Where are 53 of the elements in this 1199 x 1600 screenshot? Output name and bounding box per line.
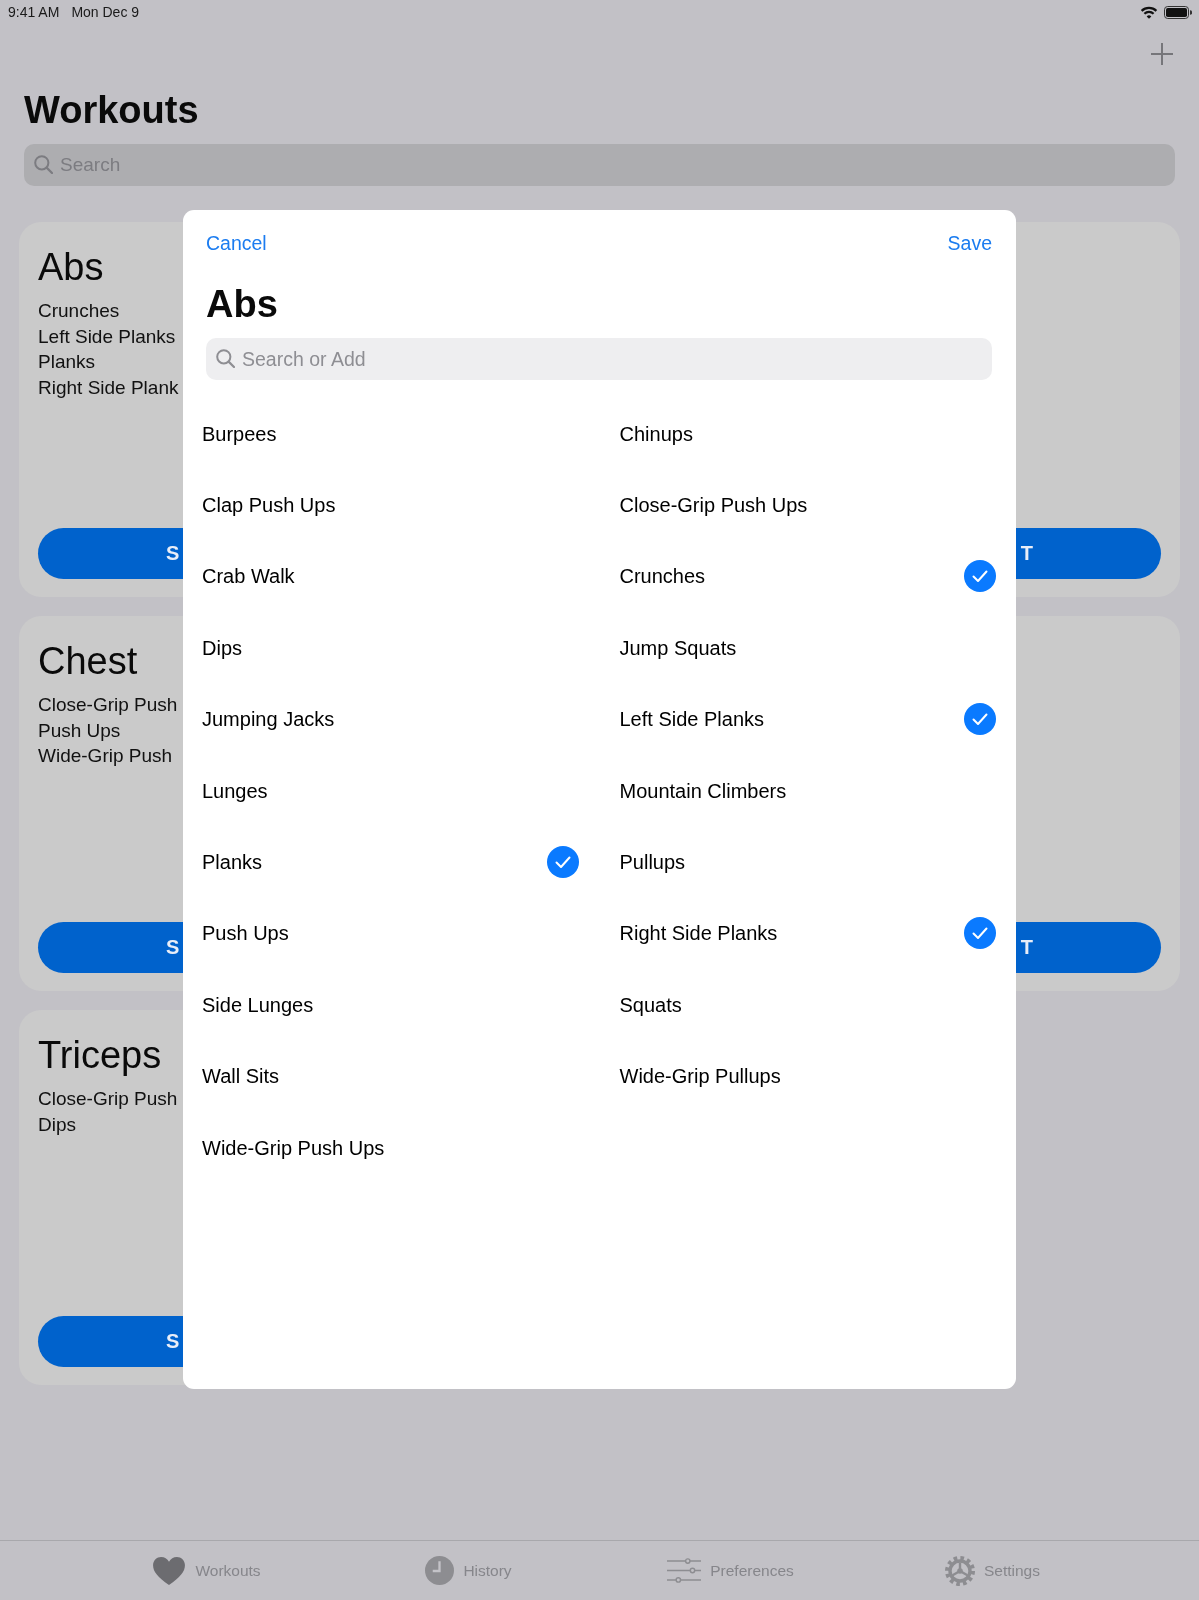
exercise-option[interactable]: Close-Grip Push Ups (619, 489, 808, 522)
exercise-option[interactable]: Pullups (619, 846, 686, 879)
exercise-name: Dips (38, 1112, 76, 1137)
battery-icon (1164, 5, 1192, 19)
exercise-option[interactable]: Push Ups (202, 917, 289, 950)
clock-icon (425, 1556, 455, 1585)
status-date: Mon Dec 9 (71, 3, 140, 21)
exercise-option[interactable]: Jump Squats (619, 631, 737, 664)
cancel-button[interactable]: Cancel (206, 230, 267, 256)
card-title: Triceps (38, 1033, 162, 1078)
checkmark-icon (546, 846, 579, 879)
exercise-option[interactable]: Squats (619, 988, 682, 1021)
exercise-option[interactable]: Left Side Planks (619, 703, 996, 736)
sliders-icon (667, 1558, 702, 1583)
exercise-name: Close-Grip Push (38, 1087, 178, 1111)
search-icon (216, 349, 235, 368)
exercise-name: Wide-Grip Push (38, 744, 173, 768)
exercise-name: Left Side Planks (38, 324, 176, 349)
heart-icon (152, 1555, 187, 1586)
exercise-name: Close-Grip Push (38, 693, 178, 717)
page-title: Workouts (24, 88, 199, 132)
card-title: Chest (38, 639, 138, 684)
exercise-name: Crunches (38, 299, 120, 323)
exercise-option[interactable]: Lunges (202, 774, 268, 807)
exercise-option[interactable]: Planks (202, 846, 579, 879)
exercise-option[interactable]: Clap Push Ups (202, 489, 336, 522)
checkmark-icon (964, 703, 996, 736)
checkmark-icon (964, 560, 996, 593)
wifi-icon (1140, 5, 1158, 19)
exercise-option[interactable]: Crab Walk (202, 560, 295, 593)
exercise-option[interactable]: Wall Sits (202, 1060, 280, 1093)
exercise-option[interactable]: Crunches (619, 560, 996, 593)
exercise-option[interactable]: Jumping Jacks (202, 703, 335, 736)
card-title: Abs (38, 245, 104, 290)
exercise-option[interactable]: Chinups (619, 417, 693, 450)
status-time: 9:41 AM (8, 3, 60, 21)
sheet-title: Abs (206, 282, 278, 327)
exercise-option[interactable]: Side Lunges (202, 988, 314, 1021)
gear-icon (945, 1555, 975, 1586)
exercise-option[interactable]: Right Side Planks (619, 917, 996, 950)
exercise-option[interactable]: Burpees (202, 417, 277, 450)
exercise-name: Push Ups (38, 718, 121, 743)
exercise-option[interactable]: Mountain Climbers (619, 774, 787, 807)
search-field[interactable]: Search or Add (206, 338, 992, 380)
save-button[interactable]: Save (947, 230, 992, 256)
exercise-option[interactable]: Wide-Grip Push Ups (202, 1131, 385, 1164)
exercise-option[interactable]: Dips (202, 631, 242, 664)
search-icon (34, 155, 53, 174)
checkmark-icon (964, 917, 996, 950)
exercise-name: Planks (38, 350, 96, 374)
plus-icon[interactable] (1151, 43, 1173, 65)
exercise-option[interactable]: Wide-Grip Pullups (619, 1060, 781, 1093)
exercise-name: Right Side Plank (38, 375, 179, 400)
